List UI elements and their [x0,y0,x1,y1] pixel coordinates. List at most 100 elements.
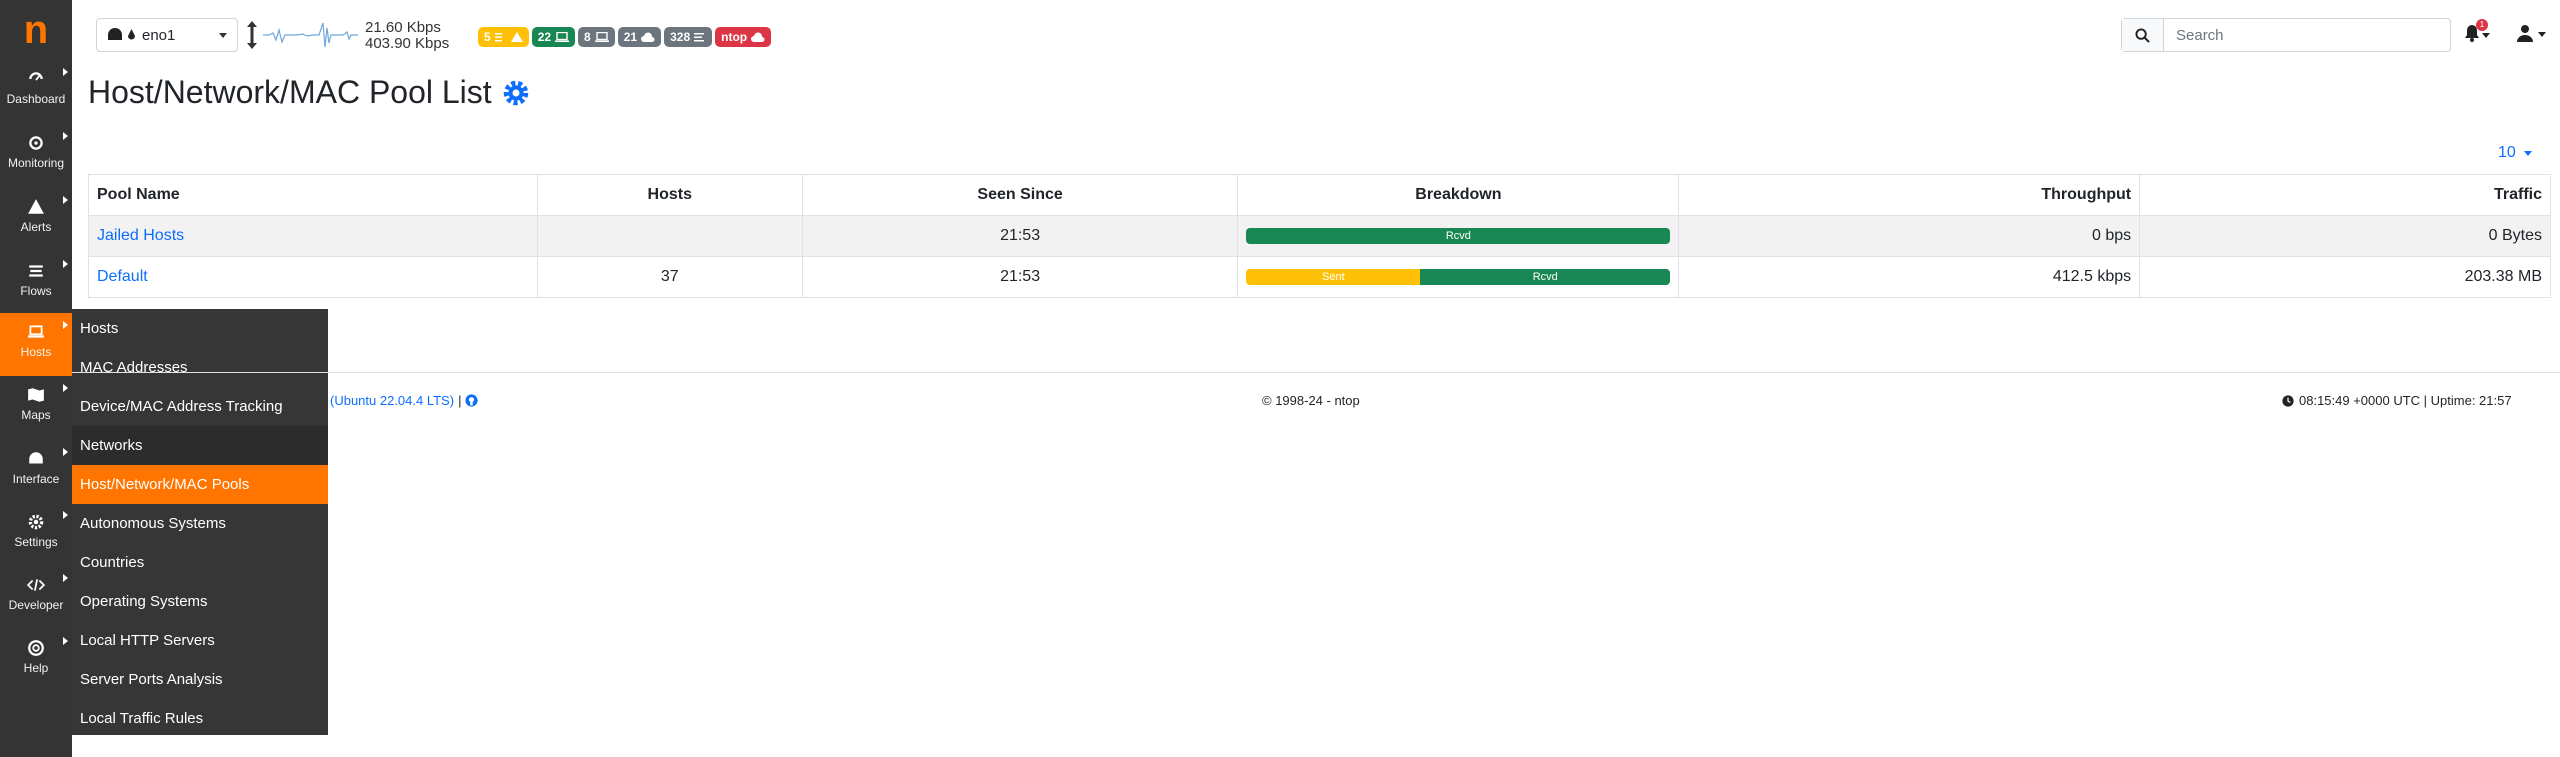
stream-icon [29,265,43,277]
cloud-icon [751,32,765,42]
breakdown-sent: Sent [1246,269,1421,285]
ethernet-icon [29,452,43,464]
uptime-text: 08:15:49 +0000 UTC | Uptime: 21:57 [2299,393,2512,408]
interface-select[interactable]: eno1 [96,18,238,52]
seen-since-cell: 21:53 [801,256,1239,298]
search-button[interactable] [2122,19,2164,51]
chevron-right-icon [63,637,68,645]
sidebar-item-label: Hosts [20,345,52,359]
submenu-item-mac-addresses[interactable]: MAC Addresses [72,348,328,387]
chevron-down-icon [2538,32,2546,37]
column-header-pool-name[interactable]: Pool Name [88,174,538,216]
gauge-icon [29,72,43,81]
sidebar-item-help[interactable]: Help [0,629,72,692]
download-rate: 403.90 Kbps [365,35,450,52]
laptop-icon [555,32,570,42]
status-badges: 5 22 8 21 328 ntop [478,27,772,47]
traffic-sparkline [263,22,358,48]
sidebar-item-label: Settings [14,535,58,549]
submenu-item-server-ports-analysis[interactable]: Server Ports Analysis [72,660,328,699]
chevron-right-icon [63,260,68,268]
traffic-rates: 21.60 Kbps 403.90 Kbps [365,20,449,52]
column-header-throughput[interactable]: Throughput [1678,174,2141,216]
notifications-count: 1 [2476,19,2488,31]
clock-icon [2282,394,2294,407]
column-header-traffic[interactable]: Traffic [2139,174,2551,216]
gear-icon[interactable] [502,79,530,107]
pool-link[interactable]: Default [97,268,148,285]
submenu-item-countries[interactable]: Countries [72,543,328,582]
throughput-cell: 412.5 kbps [1678,256,2141,298]
notifications-button[interactable]: 1 [2464,19,2490,44]
footer-copyright: © 1998-24 - ntop [1262,393,1360,408]
sidebar-item-alerts[interactable]: Alerts [0,188,72,251]
page-size-dropdown[interactable]: 10 [2498,144,2532,162]
submenu-item-pools[interactable]: Host/Network/MAC Pools [72,465,328,504]
os-version-link[interactable]: (Ubuntu 22.04.4 LTS) [330,393,454,408]
submenu-item-networks[interactable]: Networks [72,426,328,465]
sidebar-item-developer[interactable]: Developer [0,566,72,629]
column-header-breakdown[interactable]: Breakdown [1237,174,1680,216]
submenu-item-autonomous-systems[interactable]: Autonomous Systems [72,504,328,543]
local-hosts-badge[interactable]: 22 [531,27,576,47]
interface-name: eno1 [142,26,176,44]
chevron-right-icon [63,321,68,329]
sidebar-item-dashboard[interactable]: Dashboard [0,60,72,123]
chevron-down-icon [219,33,227,38]
submenu-item-device-mac-tracking[interactable]: Device/MAC Address Tracking [72,387,328,426]
sidebar-item-label: Help [23,661,49,675]
table-header-row: Pool Name Hosts Seen Since Breakdown Thr… [88,174,2551,216]
remote-hosts-badge[interactable]: 21 [617,27,662,47]
list-icon [494,33,502,42]
alerts-badge[interactable]: 5 [478,27,529,47]
chevron-right-icon [63,574,68,582]
search-icon [2135,27,2150,43]
throughput-cell: 0 bps [1678,215,2141,257]
ntop-logo[interactable]: n [0,0,72,60]
user-icon [2517,25,2533,42]
sidebar-item-monitoring[interactable]: Monitoring [0,124,72,187]
breakdown-cell: Rcvd [1237,215,1680,257]
sidebar-item-settings[interactable]: Settings [0,503,72,566]
chevron-right-icon [63,511,68,519]
column-header-hosts[interactable]: Hosts [536,174,803,216]
sidebar-item-hosts[interactable]: Hosts [0,313,72,376]
sidebar-item-maps[interactable]: Maps [0,376,72,439]
sidebar-item-label: Dashboard [6,92,66,106]
table-row: Jailed Hosts 21:53 Rcvd 0 bps 0 Bytes [88,215,2551,257]
chevron-right-icon [63,448,68,456]
sidebar-item-flows[interactable]: Flows [0,252,72,315]
upload-rate: 21.60 Kbps [365,19,441,36]
search-input[interactable] [2164,19,2450,51]
up-down-arrow-icon [247,21,257,49]
submenu-item-operating-systems[interactable]: Operating Systems [72,582,328,621]
submenu-item-local-traffic-rules[interactable]: Local Traffic Rules [72,699,328,738]
submenu-item-local-http-servers[interactable]: Local HTTP Servers [72,621,328,660]
search-box [2121,18,2451,52]
sidebar-item-label: Monitoring [7,156,65,170]
breakdown-bar: Sent Rcvd [1246,269,1671,285]
traffic-cell: 203.38 MB [2139,256,2551,298]
laptop-icon [28,325,44,338]
devices-badge[interactable]: 8 [578,27,615,47]
map-icon [28,388,44,402]
hosts-cell [536,215,803,257]
github-icon[interactable] [465,394,479,407]
cloud-icon [641,32,655,42]
sidebar-item-interface[interactable]: Interface [0,440,72,503]
user-menu-button[interactable] [2516,24,2550,44]
lifebuoy-icon [28,640,44,656]
pool-link[interactable]: Jailed Hosts [97,227,184,244]
flows-badge[interactable]: 328 [664,27,713,47]
column-header-seen-since[interactable]: Seen Since [801,174,1239,216]
ntop-cloud-badge[interactable]: ntop [715,27,772,47]
gear-icon [28,514,44,530]
chevron-down-icon [2482,33,2490,38]
footer-status: 08:15:49 +0000 UTC | Uptime: 21:57 [2282,393,2512,408]
sidebar-item-label: Alerts [20,220,52,234]
submenu-item-hosts[interactable]: Hosts [72,309,328,348]
warning-icon [28,199,44,214]
hosts-cell: 37 [536,256,803,298]
chevron-down-icon [2523,150,2532,156]
table-row: Default 37 21:53 Sent Rcvd 412.5 kbps 20… [88,256,2551,298]
